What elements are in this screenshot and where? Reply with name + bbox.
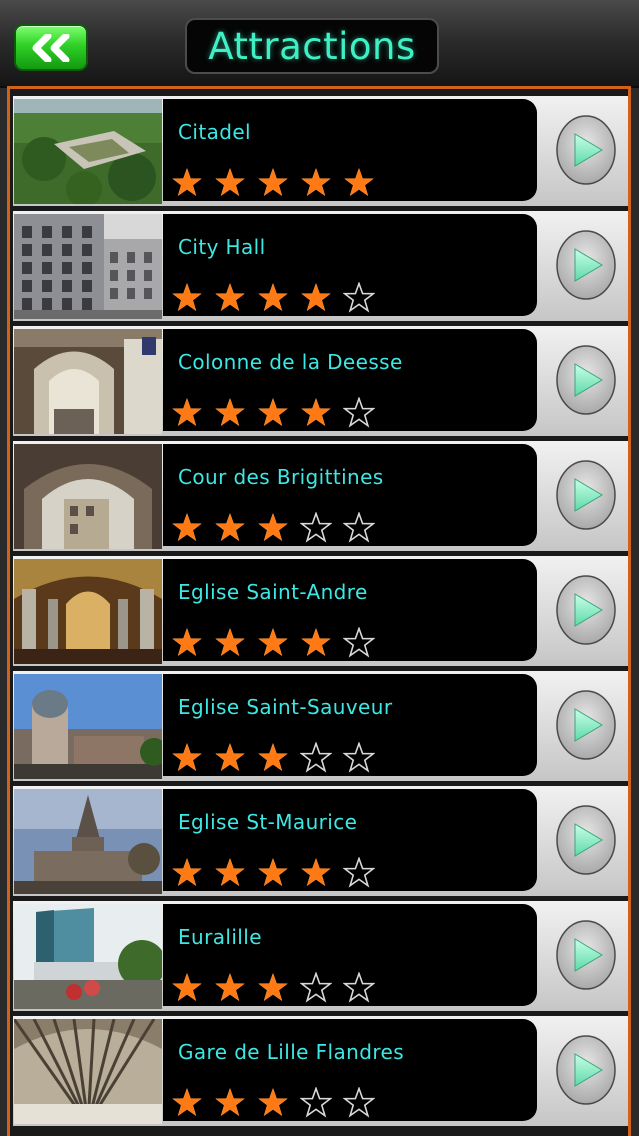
star-filled-icon: [171, 167, 203, 197]
open-detail-button[interactable]: [555, 229, 617, 301]
open-detail-button[interactable]: [555, 1034, 617, 1106]
page-title: Attractions: [208, 24, 416, 68]
attraction-thumbnail: [14, 904, 162, 1009]
attraction-info-panel: Gare de Lille Flandres: [163, 1019, 537, 1121]
attraction-thumbnail: [14, 789, 162, 894]
star-filled-icon: [171, 627, 203, 657]
attraction-row[interactable]: Citadel: [13, 96, 628, 206]
open-detail-button[interactable]: [555, 689, 617, 761]
attraction-row[interactable]: Colonne de la Deesse: [13, 326, 628, 436]
star-filled-icon: [214, 167, 246, 197]
attraction-row[interactable]: Eglise Saint-Andre: [13, 556, 628, 666]
back-button[interactable]: [14, 24, 88, 71]
attraction-name: City Hall: [178, 235, 266, 259]
star-outline-icon: [300, 512, 332, 543]
star-filled-icon: [171, 512, 203, 542]
star-filled-icon: [171, 857, 203, 887]
attraction-name: Colonne de la Deesse: [178, 350, 403, 374]
attraction-info-panel: Cour des Brigittines: [163, 444, 537, 546]
attraction-row[interactable]: Eglise Saint-Sauveur: [13, 671, 628, 781]
star-filled-icon: [171, 397, 203, 427]
star-filled-icon: [300, 857, 332, 887]
star-filled-icon: [257, 512, 289, 542]
attraction-thumbnail: [14, 329, 162, 434]
attraction-name: Cour des Brigittines: [178, 465, 384, 489]
open-detail-button[interactable]: [555, 919, 617, 991]
attraction-thumbnail: [14, 99, 162, 204]
star-filled-icon: [300, 282, 332, 312]
attraction-name: Euralille: [178, 925, 262, 949]
star-outline-icon: [300, 742, 332, 773]
star-outline-icon: [343, 1087, 375, 1118]
star-filled-icon: [257, 397, 289, 427]
star-filled-icon: [300, 167, 332, 197]
open-detail-button[interactable]: [555, 459, 617, 531]
attraction-info-panel: Eglise St-Maurice: [163, 789, 537, 891]
star-filled-icon: [214, 627, 246, 657]
star-outline-icon: [300, 972, 332, 1003]
star-outline-icon: [300, 1087, 332, 1118]
star-filled-icon: [214, 282, 246, 312]
open-detail-button[interactable]: [555, 574, 617, 646]
star-outline-icon: [343, 857, 375, 888]
title-box: Attractions: [185, 18, 439, 74]
attraction-info-panel: Eglise Saint-Andre: [163, 559, 537, 661]
star-filled-icon: [214, 857, 246, 887]
attraction-row[interactable]: Cour des Brigittines: [13, 441, 628, 551]
star-outline-icon: [343, 397, 375, 428]
star-filled-icon: [171, 282, 203, 312]
attraction-info-panel: Colonne de la Deesse: [163, 329, 537, 431]
star-filled-icon: [171, 972, 203, 1002]
star-filled-icon: [257, 282, 289, 312]
star-filled-icon: [171, 742, 203, 772]
star-filled-icon: [171, 1087, 203, 1117]
star-filled-icon: [257, 627, 289, 657]
star-filled-icon: [214, 512, 246, 542]
star-filled-icon: [257, 857, 289, 887]
attraction-name: Eglise Saint-Andre: [178, 580, 368, 604]
star-filled-icon: [214, 397, 246, 427]
star-filled-icon: [300, 397, 332, 427]
star-outline-icon: [343, 972, 375, 1003]
star-filled-icon: [300, 627, 332, 657]
star-filled-icon: [214, 1087, 246, 1117]
attraction-row[interactable]: Gare de Lille Flandres: [13, 1016, 628, 1126]
star-filled-icon: [343, 167, 375, 197]
attraction-name: Eglise Saint-Sauveur: [178, 695, 393, 719]
attraction-name: Gare de Lille Flandres: [178, 1040, 405, 1064]
attraction-thumbnail: [14, 559, 162, 664]
attractions-list: Citadel City Hall Colonne de la Deesse Cour…: [7, 86, 631, 1136]
attraction-info-panel: Citadel: [163, 99, 537, 201]
attraction-name: Citadel: [178, 120, 251, 144]
attraction-info-panel: Eglise Saint-Sauveur: [163, 674, 537, 776]
attraction-name: Eglise St-Maurice: [178, 810, 358, 834]
attraction-row[interactable]: Euralille: [13, 901, 628, 1011]
star-filled-icon: [214, 742, 246, 772]
star-outline-icon: [343, 282, 375, 313]
star-filled-icon: [257, 742, 289, 772]
star-outline-icon: [343, 512, 375, 543]
double-chevron-left-icon: [32, 34, 70, 62]
star-filled-icon: [257, 972, 289, 1002]
star-filled-icon: [257, 167, 289, 197]
open-detail-button[interactable]: [555, 344, 617, 416]
star-filled-icon: [214, 972, 246, 1002]
open-detail-button[interactable]: [555, 114, 617, 186]
attraction-row[interactable]: Eglise St-Maurice: [13, 786, 628, 896]
attraction-thumbnail: [14, 214, 162, 319]
top-navigation-bar: Attractions: [0, 0, 639, 88]
attraction-info-panel: Euralille: [163, 904, 537, 1006]
star-outline-icon: [343, 627, 375, 658]
attraction-row[interactable]: City Hall: [13, 211, 628, 321]
open-detail-button[interactable]: [555, 804, 617, 876]
attraction-thumbnail: [14, 444, 162, 549]
star-filled-icon: [257, 1087, 289, 1117]
attraction-thumbnail: [14, 674, 162, 779]
attraction-thumbnail: [14, 1019, 162, 1124]
attraction-info-panel: City Hall: [163, 214, 537, 316]
star-outline-icon: [343, 742, 375, 773]
